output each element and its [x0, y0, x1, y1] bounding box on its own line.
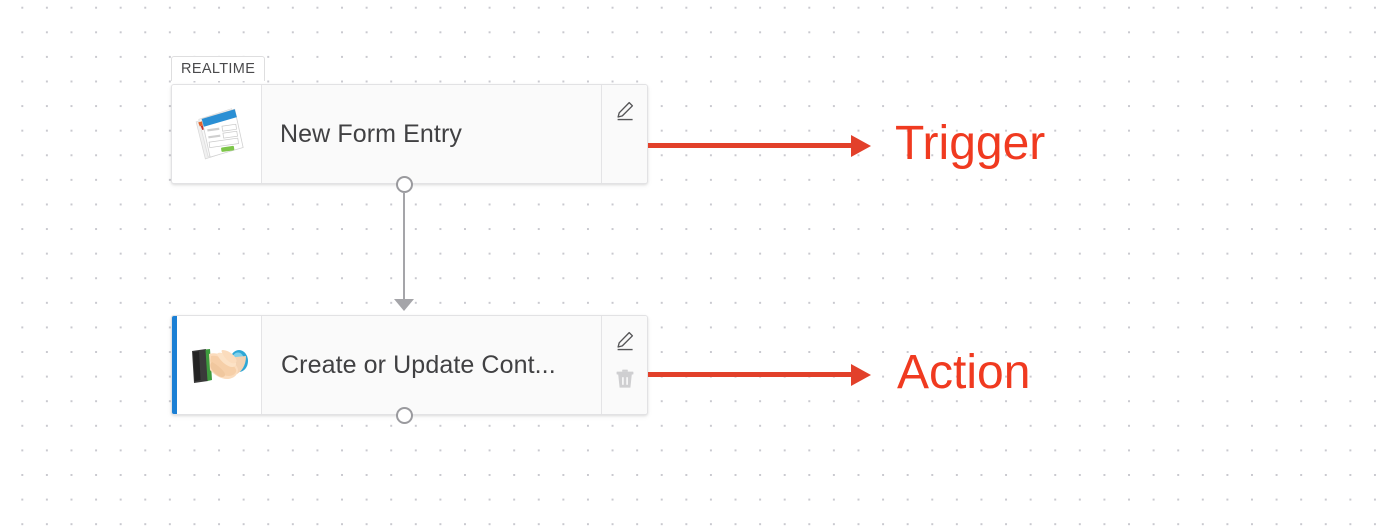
- connector-arrowhead: [394, 299, 414, 311]
- trash-icon: [616, 369, 633, 388]
- action-delete-button[interactable]: [612, 366, 638, 392]
- trigger-icon-panel: [172, 85, 262, 183]
- action-title: Create or Update Cont...: [281, 350, 556, 379]
- trigger-body[interactable]: New Form Entry: [262, 85, 601, 183]
- trigger-title: New Form Entry: [280, 119, 462, 148]
- action-output-port[interactable]: [396, 407, 413, 424]
- trigger-node[interactable]: New Form Entry: [171, 84, 648, 184]
- action-annotation-line: [648, 372, 853, 377]
- action-body[interactable]: Create or Update Cont...: [262, 316, 601, 414]
- trigger-edit-button[interactable]: [612, 98, 638, 124]
- trigger-annotation-arrowhead: [851, 134, 871, 157]
- trigger-annotation-line: [648, 143, 853, 148]
- edit-icon: [616, 331, 633, 351]
- connector-line: [403, 192, 405, 300]
- trigger-tools: [601, 85, 647, 183]
- trigger-output-port[interactable]: [396, 176, 413, 193]
- action-node[interactable]: Create or Update Cont...: [171, 315, 648, 415]
- action-annotation-arrowhead: [851, 363, 871, 386]
- action-annotation-label: Action: [897, 346, 1031, 399]
- handshake-icon: [192, 349, 248, 383]
- realtime-badge: REALTIME: [171, 56, 266, 81]
- trigger-annotation-label: Trigger: [895, 117, 1046, 170]
- edit-icon: [616, 101, 633, 121]
- workflow-canvas[interactable]: REALTIME New Form Entry Create or Update…: [0, 0, 1398, 530]
- action-icon-panel: [177, 316, 262, 414]
- action-edit-button[interactable]: [612, 328, 638, 354]
- form-stack-icon: [195, 108, 244, 160]
- action-tools: [601, 316, 647, 414]
